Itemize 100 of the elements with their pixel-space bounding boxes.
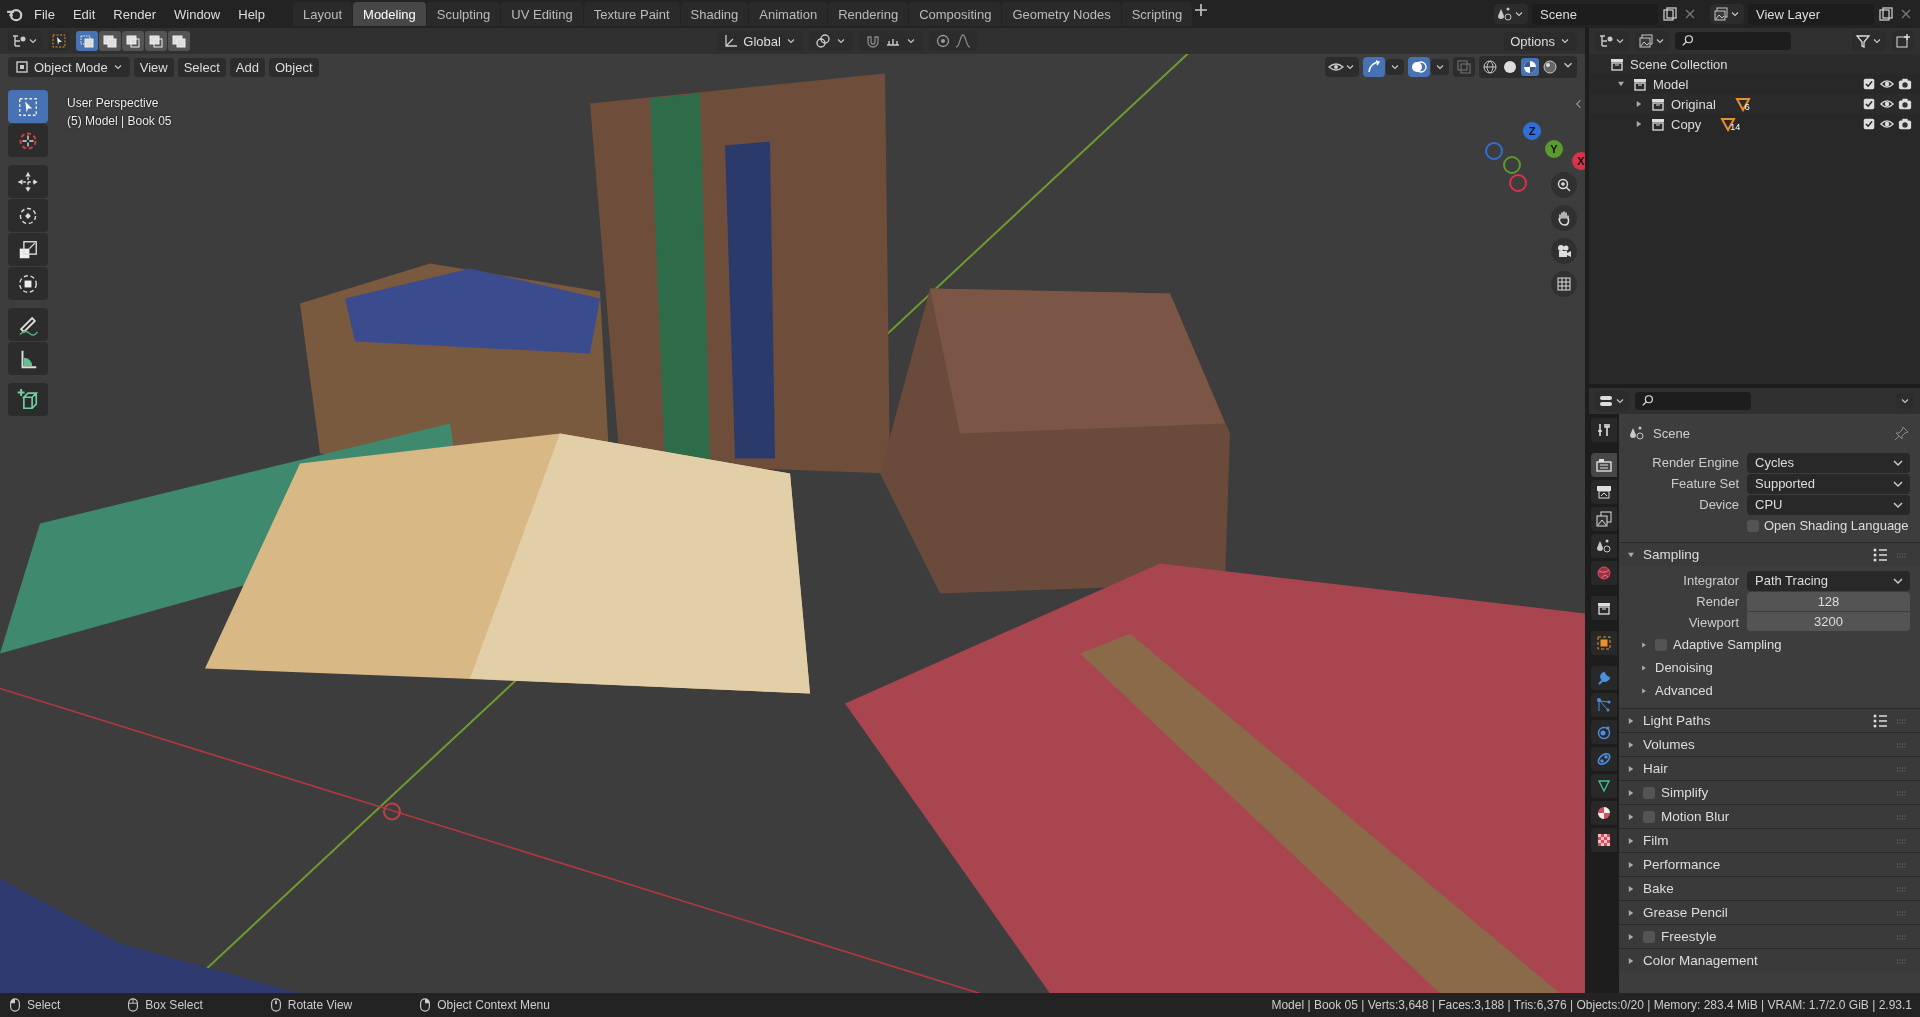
shading-button[interactable] — [1521, 58, 1539, 76]
camera-icon[interactable] — [1898, 117, 1912, 131]
dropdown[interactable]: Path Tracing — [1747, 570, 1910, 591]
properties-tab[interactable] — [1591, 507, 1617, 531]
camera-icon[interactable] — [1898, 97, 1912, 111]
collection-name[interactable]: Model — [1653, 76, 1689, 92]
grid-button[interactable] — [1551, 271, 1577, 297]
properties-tab[interactable] — [1591, 418, 1617, 442]
scene-menu[interactable] — [1494, 4, 1528, 24]
search-field[interactable] — [1635, 392, 1751, 410]
dropdown[interactable]: CPU — [1747, 494, 1910, 515]
tool-button[interactable] — [8, 342, 48, 375]
properties-tab[interactable] — [1591, 828, 1617, 852]
camera-icon[interactable] — [1898, 77, 1912, 91]
zoom-button[interactable] — [1551, 172, 1577, 198]
axis-handle[interactable] — [1509, 174, 1527, 192]
presets-icon[interactable] — [1872, 712, 1888, 729]
camera-button[interactable] — [1551, 238, 1577, 264]
workspace-tab[interactable]: Shading — [680, 2, 749, 26]
display-mode-menu[interactable] — [1595, 31, 1629, 51]
orientation-dropdown[interactable]: Global — [717, 31, 803, 51]
tool-button[interactable] — [8, 233, 48, 266]
presets-icon[interactable] — [1872, 546, 1888, 563]
editor-type-menu[interactable] — [8, 31, 42, 51]
editor-type-menu[interactable] — [1595, 391, 1629, 411]
collection-name[interactable]: Copy — [1671, 116, 1702, 132]
subpanel-title[interactable]: Advanced — [1655, 683, 1713, 698]
pivot-dropdown[interactable] — [808, 31, 853, 51]
workspace-tab[interactable]: Geometry Nodes — [1002, 2, 1121, 26]
properties-tab[interactable] — [1591, 631, 1617, 655]
menu-item[interactable]: Render — [105, 3, 164, 25]
mode-button[interactable] — [76, 31, 98, 51]
filter-menu[interactable] — [1852, 31, 1886, 51]
view-layer-field[interactable]: View Layer — [1748, 3, 1874, 25]
menu-item[interactable]: Window — [166, 3, 229, 25]
copy-icon[interactable] — [1878, 6, 1894, 22]
mode-button[interactable] — [145, 31, 167, 51]
shading-button[interactable] — [1541, 58, 1559, 76]
workspace-tab[interactable]: UV Editing — [501, 2, 583, 26]
workspace-tab[interactable]: Layout — [293, 2, 353, 26]
checkbox[interactable] — [1643, 810, 1655, 823]
gizmo-toggle[interactable] — [1363, 57, 1385, 77]
number-field[interactable]: 128 — [1747, 592, 1910, 611]
properties-tab[interactable] — [1591, 534, 1617, 558]
pan-button[interactable] — [1551, 205, 1577, 231]
copy-icon[interactable] — [1662, 6, 1678, 22]
eye-icon[interactable] — [1880, 77, 1894, 91]
search-field[interactable] — [1675, 32, 1791, 50]
menu-item[interactable]: File — [26, 3, 63, 25]
mode-button[interactable] — [168, 31, 190, 51]
subpanel-title[interactable]: Adaptive Sampling — [1673, 637, 1782, 652]
options-menu[interactable] — [1896, 393, 1914, 409]
properties-tab[interactable] — [1591, 774, 1617, 798]
menu-item[interactable]: Help — [230, 3, 273, 25]
eye-icon[interactable] — [1880, 117, 1894, 131]
dropdown[interactable]: Supported — [1747, 473, 1910, 494]
workspace-tab[interactable]: Sculpting — [426, 2, 501, 26]
checkbox[interactable] — [1643, 930, 1655, 943]
workspace-tab[interactable]: Texture Paint — [583, 2, 680, 26]
number-field[interactable]: 3200 — [1747, 611, 1910, 631]
pin-icon[interactable] — [1894, 425, 1910, 441]
tool-button[interactable] — [8, 165, 48, 198]
properties-tab[interactable] — [1591, 596, 1617, 620]
scene-field[interactable]: Scene — [1532, 3, 1658, 25]
overlay-dropdown[interactable] — [1431, 59, 1449, 75]
workspace-tab[interactable]: Animation — [749, 2, 828, 26]
properties-tab[interactable] — [1591, 480, 1617, 504]
tool-button[interactable] — [8, 267, 48, 300]
options-dropdown[interactable]: Options — [1504, 31, 1577, 51]
mode-dropdown[interactable]: Object Mode — [8, 57, 130, 77]
shading-button[interactable] — [1481, 58, 1499, 76]
tool-button[interactable] — [8, 199, 48, 232]
workspace-tab[interactable]: Scripting — [1121, 2, 1193, 26]
mode-button[interactable] — [122, 31, 144, 51]
add-icon[interactable] — [1193, 2, 1210, 18]
tool-button[interactable] — [8, 383, 48, 416]
active-tool-button[interactable] — [48, 31, 70, 51]
properties-tab[interactable] — [1591, 801, 1617, 825]
snap-dropdown[interactable] — [858, 31, 923, 51]
checkbox-icon[interactable] — [1862, 77, 1876, 91]
workspace-tab[interactable]: Modeling — [353, 2, 426, 26]
axis-handle[interactable] — [1503, 156, 1521, 174]
axis-handle[interactable] — [1485, 142, 1503, 160]
properties-tab[interactable] — [1591, 453, 1617, 477]
xray-toggle[interactable] — [1453, 57, 1475, 77]
visibility-dropdown[interactable] — [1325, 57, 1359, 77]
workspace-tab[interactable]: Compositing — [909, 2, 1002, 26]
dropdown[interactable]: Cycles — [1747, 452, 1910, 473]
new-collection-button[interactable] — [1892, 31, 1914, 51]
eye-icon[interactable] — [1880, 97, 1894, 111]
view-layer-menu[interactable] — [1635, 31, 1669, 51]
collection-name[interactable]: Scene Collection — [1630, 56, 1728, 72]
checkbox-icon[interactable] — [1862, 117, 1876, 131]
overlay-toggle[interactable] — [1408, 57, 1430, 77]
collection-name[interactable]: Original — [1671, 96, 1716, 112]
checkbox-icon[interactable] — [1862, 97, 1876, 111]
shading-button[interactable] — [1501, 58, 1519, 76]
proportional-dropdown[interactable] — [928, 31, 977, 51]
mode-button[interactable] — [99, 31, 121, 51]
workspace-tab[interactable]: Rendering — [828, 2, 909, 26]
